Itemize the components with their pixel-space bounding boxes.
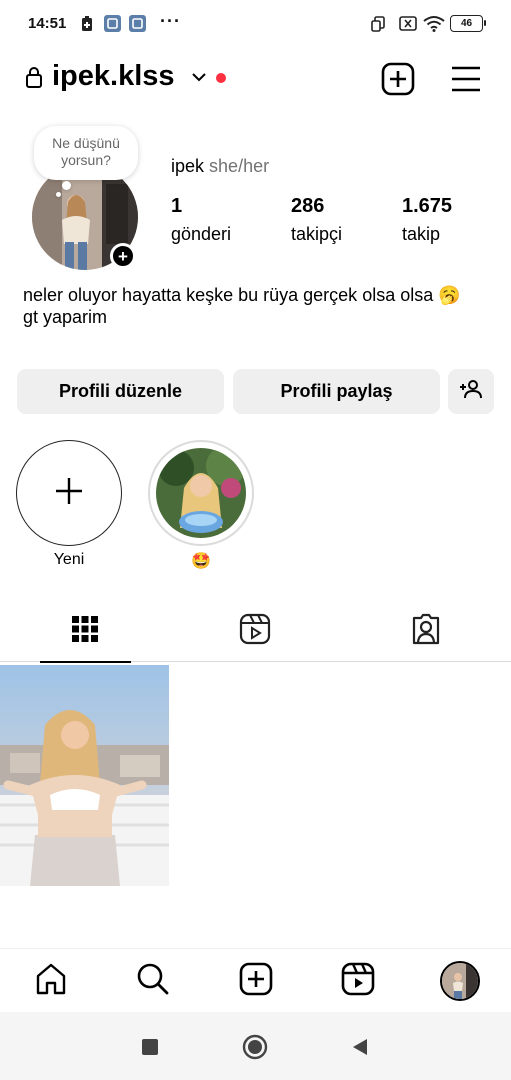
home-icon	[34, 962, 68, 1001]
bio-line: neler oluyor hayatta keşke bu rüya gerçe…	[23, 285, 461, 305]
story-highlight[interactable]	[148, 440, 254, 546]
tab-tagged[interactable]	[341, 600, 511, 662]
nav-profile[interactable]	[440, 961, 480, 1001]
stat-value: 286	[291, 195, 325, 217]
grid-icon	[71, 615, 99, 648]
stat-label: takip	[402, 224, 441, 244]
stat-value: 1.675	[402, 195, 453, 217]
edit-profile-button[interactable]: Profili düzenle	[17, 369, 224, 414]
status-bar: 14:51 ··· 46	[0, 0, 511, 48]
bottom-navigation	[0, 948, 511, 1012]
back-icon[interactable]	[347, 1034, 373, 1060]
username[interactable]: ipek.klss	[52, 60, 175, 93]
status-time: 14:51	[28, 15, 67, 32]
note-bubble-tail	[56, 192, 61, 197]
recents-icon[interactable]	[137, 1034, 163, 1060]
bio: neler oluyor hayatta keşke bu rüya gerçe…	[23, 284, 493, 328]
tab-reels[interactable]	[170, 600, 340, 662]
chevron-down-icon[interactable]	[191, 70, 207, 88]
system-navigation-bar	[0, 1012, 511, 1080]
pronouns: she/her	[209, 156, 270, 176]
home-button-icon[interactable]	[242, 1034, 268, 1060]
app-notification-icon	[129, 15, 146, 32]
stat-followers[interactable]: 286 takipçi	[291, 195, 342, 245]
notification-dot	[216, 73, 226, 83]
battery-saver-icon	[80, 15, 94, 32]
lock-icon	[25, 66, 43, 93]
create-button[interactable]	[380, 61, 416, 97]
profile-header: ipek.klss	[0, 56, 511, 104]
active-tab-indicator	[40, 661, 131, 663]
no-sim-icon	[398, 15, 417, 32]
plus-icon	[54, 476, 84, 511]
post-thumbnail[interactable]	[0, 665, 169, 886]
reels-icon	[239, 613, 271, 650]
battery-icon: 46	[450, 15, 486, 32]
profile-avatar-small	[440, 961, 480, 1001]
add-person-icon	[459, 379, 483, 404]
app-notification-icon	[104, 15, 121, 32]
nav-search[interactable]	[133, 961, 173, 1001]
bio-line: gt yaparim	[23, 307, 108, 327]
new-highlight-button[interactable]	[16, 440, 122, 546]
more-notifications-icon: ···	[160, 11, 181, 31]
stat-following[interactable]: 1.675 takip	[402, 195, 452, 245]
nav-create[interactable]	[236, 961, 276, 1001]
add-story-button[interactable]: +	[110, 243, 136, 269]
highlight-label: Yeni	[53, 551, 85, 568]
tagged-icon	[410, 613, 442, 650]
highlight-label: 🤩	[191, 553, 211, 570]
wifi-icon	[423, 15, 445, 32]
stat-label: gönderi	[171, 224, 232, 244]
profile-tabs	[0, 600, 511, 663]
create-icon	[239, 962, 273, 1001]
stat-value: 1	[171, 195, 183, 217]
stat-label: takipçi	[291, 224, 343, 244]
note-bubble[interactable]: Ne düşünü yorsun?	[34, 126, 138, 180]
reels-icon	[341, 962, 375, 1001]
profile-name-line: ipek she/her	[171, 156, 269, 177]
nav-home[interactable]	[31, 961, 71, 1001]
vibrate-icon	[370, 15, 387, 32]
search-icon	[136, 962, 170, 1001]
stat-posts[interactable]: 1 gönderi	[171, 195, 231, 245]
tab-grid[interactable]	[0, 600, 170, 663]
menu-icon[interactable]	[448, 61, 484, 97]
nav-reels[interactable]	[338, 961, 378, 1001]
note-bubble-tail	[62, 181, 71, 190]
share-profile-button[interactable]: Profili paylaş	[233, 369, 440, 414]
discover-people-button[interactable]	[448, 369, 494, 414]
display-name: ipek	[171, 156, 205, 176]
